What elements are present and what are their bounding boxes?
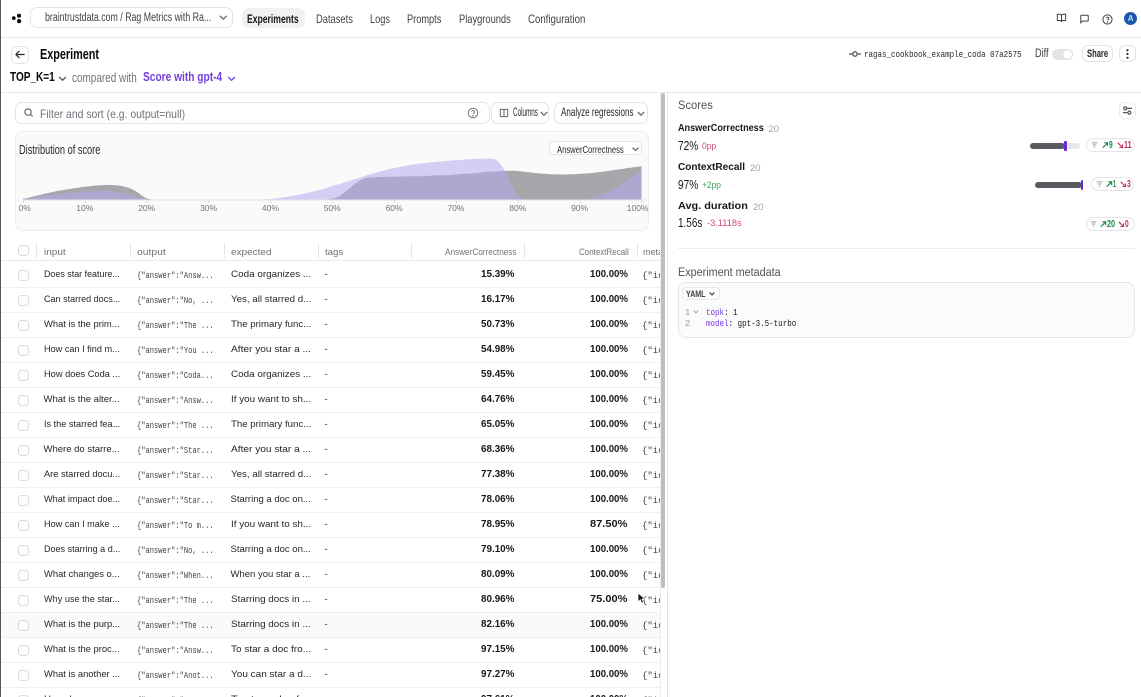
svg-text:0%: 0% <box>19 203 32 213</box>
svg-text:90%: 90% <box>571 203 588 213</box>
svg-text:80%: 80% <box>509 203 526 213</box>
svg-text:70%: 70% <box>447 203 464 213</box>
svg-text:40%: 40% <box>262 203 279 213</box>
svg-text:30%: 30% <box>200 203 217 213</box>
svg-text:10%: 10% <box>76 203 93 213</box>
svg-text:20%: 20% <box>138 203 155 213</box>
svg-text:50%: 50% <box>324 203 341 213</box>
svg-text:60%: 60% <box>386 203 403 213</box>
svg-text:100%: 100% <box>627 203 649 213</box>
